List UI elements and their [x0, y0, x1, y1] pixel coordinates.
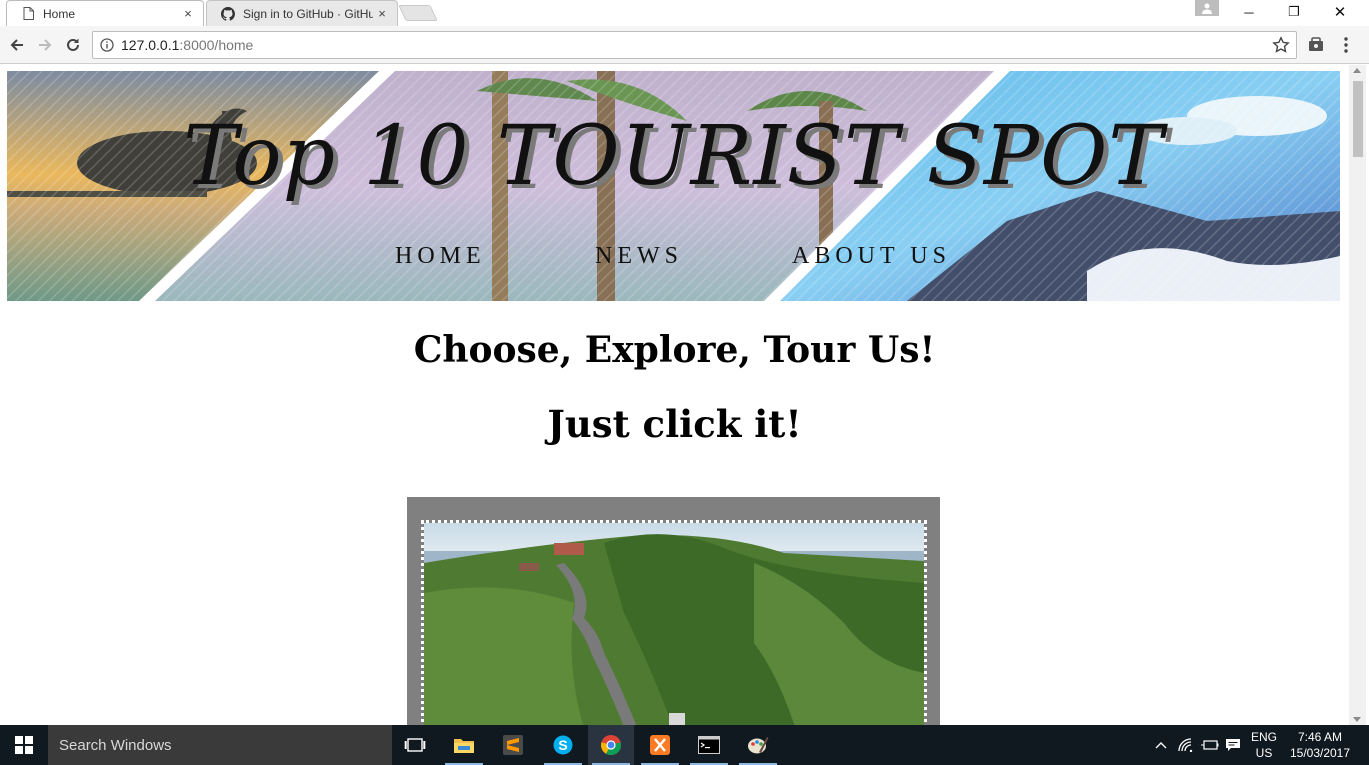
profile-icon[interactable] [1195, 0, 1219, 16]
command-prompt-button[interactable] [686, 725, 732, 765]
back-arrow-icon [10, 39, 23, 51]
forward-button[interactable] [34, 34, 56, 56]
language-region: US [1255, 746, 1273, 760]
extension-icon[interactable] [1306, 34, 1326, 54]
language-code: ENG [1250, 730, 1277, 744]
tab-github[interactable]: Sign in to GitHub · GitHu × [206, 0, 398, 26]
nav-home-link[interactable]: HOME [395, 243, 595, 270]
notifications-icon[interactable] [1222, 725, 1244, 765]
xampp-icon [650, 735, 670, 755]
info-icon[interactable] [93, 38, 121, 52]
sublime-text-icon [503, 735, 523, 755]
main-nav: HOME NEWS ABOUT US [395, 243, 972, 270]
back-button[interactable] [6, 34, 28, 56]
reload-icon [67, 38, 79, 51]
forward-arrow-icon [39, 39, 52, 51]
task-view-button[interactable] [392, 725, 438, 765]
paint-button[interactable] [735, 725, 781, 765]
windows-logo-icon [15, 736, 33, 754]
system-clock[interactable]: 7:46 AM 15/03/2017 [1287, 729, 1353, 761]
featured-photo[interactable] [421, 520, 927, 725]
file-explorer-button[interactable] [441, 725, 487, 765]
close-tab-icon[interactable]: × [373, 6, 391, 21]
start-button[interactable] [0, 725, 48, 765]
windows-taskbar: Search Windows S ENG US 7:46 AM 15/03/20… [0, 725, 1369, 765]
chrome-menu-icon[interactable] [1338, 34, 1354, 56]
page-viewport: Top 10 TOURIST SPOT HOME NEWS ABOUT US C… [0, 65, 1349, 725]
browser-toolbar: 127.0.0.1:8000/home [0, 26, 1369, 64]
header-banner: Top 10 TOURIST SPOT HOME NEWS ABOUT US [7, 71, 1340, 301]
show-hidden-icons-chevron-icon[interactable] [1152, 725, 1170, 765]
github-icon [221, 6, 235, 21]
skype-button[interactable]: S [540, 725, 586, 765]
xampp-button[interactable] [637, 725, 683, 765]
clock-date: 15/03/2017 [1289, 746, 1351, 760]
battery-icon[interactable] [1199, 725, 1221, 765]
reload-button[interactable] [62, 34, 84, 56]
bookmark-star-icon[interactable] [1272, 36, 1290, 59]
tab-strip: Home × Sign in to GitHub · GitHu × ─ ❐ ✕ [0, 0, 1369, 26]
close-tab-icon[interactable]: × [179, 6, 197, 21]
file-explorer-icon [454, 739, 474, 753]
url-path: :8000/home [179, 37, 254, 53]
svg-text:S: S [558, 737, 567, 753]
tab-title: Home [43, 6, 76, 21]
nav-about-us-link[interactable]: ABOUT US [792, 243, 972, 270]
address-bar[interactable]: 127.0.0.1:8000/home [92, 31, 1297, 59]
headline-choose-explore: Choose, Explore, Tour Us! [413, 329, 936, 371]
windows-search-box[interactable]: Search Windows [48, 725, 392, 765]
headline-just-click: Just click it! [547, 402, 802, 446]
wifi-icon[interactable] [1175, 725, 1197, 765]
paint-icon [748, 737, 769, 754]
tab-home[interactable]: Home × [6, 0, 204, 26]
scrollbar-thumb[interactable] [1353, 81, 1363, 157]
site-title: Top 10 TOURIST SPOT [182, 109, 1165, 204]
scroll-up-arrow-icon[interactable] [1353, 68, 1361, 73]
page-scrollbar[interactable] [1349, 65, 1366, 725]
tab-title: Sign in to GitHub · GitHu [243, 6, 373, 21]
command-prompt-icon [698, 736, 720, 754]
scroll-down-arrow-icon[interactable] [1353, 717, 1361, 722]
chrome-button[interactable] [588, 725, 634, 765]
clock-time: 7:46 AM [1297, 730, 1343, 744]
nav-news-link[interactable]: NEWS [595, 243, 792, 270]
mountain-road-image[interactable] [424, 523, 924, 725]
skype-icon: S [553, 735, 573, 755]
url-host: 127.0.0.1 [121, 37, 180, 53]
page-icon [21, 7, 35, 21]
restore-button[interactable]: ❐ [1271, 0, 1317, 24]
task-view-icon [404, 738, 426, 752]
minimize-button[interactable]: ─ [1226, 0, 1272, 24]
featured-photo-frame [407, 497, 940, 725]
input-language-indicator[interactable]: ENG US [1247, 729, 1281, 761]
sublime-text-button[interactable] [490, 725, 536, 765]
new-tab-button[interactable] [398, 5, 438, 21]
close-window-button[interactable]: ✕ [1317, 0, 1363, 24]
chrome-icon [600, 735, 622, 756]
